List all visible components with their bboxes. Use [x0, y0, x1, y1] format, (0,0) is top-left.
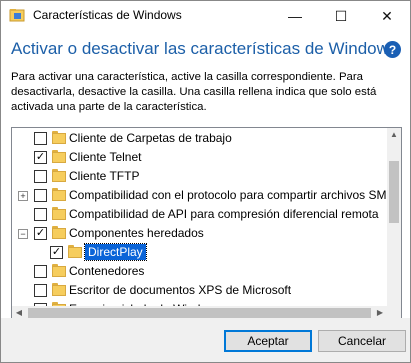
windows-features-icon — [9, 9, 25, 22]
folder-icon — [52, 226, 66, 239]
feature-row[interactable]: ✓ DirectPlay — [12, 243, 387, 262]
folder-icon — [52, 188, 66, 201]
feature-row[interactable]: Cliente de Carpetas de trabajo — [12, 129, 387, 148]
expand-icon[interactable]: + — [18, 191, 28, 201]
cancel-button[interactable]: Cancelar — [318, 330, 406, 352]
feature-label: Compatibilidad con el protocolo para com… — [69, 188, 401, 202]
folder-icon — [52, 169, 66, 182]
feature-label: Cliente Telnet — [69, 150, 142, 164]
window-title: Características de Windows — [33, 8, 182, 22]
feature-row[interactable]: Contenedores — [12, 262, 387, 281]
folder-icon — [52, 283, 66, 296]
feature-label: Contenedores — [69, 264, 145, 278]
feature-row[interactable]: Cliente TFTP — [12, 167, 387, 186]
feature-label: Componentes heredados — [69, 226, 204, 240]
folder-icon — [52, 150, 66, 163]
feature-label: Cliente de Carpetas de trabajo — [69, 131, 232, 145]
page-title: Activar o desactivar las características… — [11, 39, 398, 58]
close-button[interactable]: ✕ — [364, 1, 410, 31]
feature-checkbox[interactable] — [34, 208, 47, 221]
horizontal-scroll-thumb[interactable] — [28, 308, 371, 318]
vertical-scroll-thumb[interactable] — [389, 161, 399, 223]
maximize-button[interactable]: ☐ — [318, 1, 364, 31]
feature-checkbox[interactable]: ✓ — [34, 227, 47, 240]
dialog-body: Activar o desactivar las características… — [1, 31, 410, 322]
feature-label: DirectPlay — [84, 243, 147, 261]
feature-checkbox[interactable] — [34, 170, 47, 183]
features-window: Características de Windows — ☐ ✕ Activar… — [0, 0, 411, 363]
features-list: Cliente de Carpetas de trabajo ✓ Cliente T… — [12, 129, 401, 319]
scroll-up-icon[interactable]: ▲ — [387, 128, 401, 142]
title-bar[interactable]: Características de Windows — ☐ ✕ — [1, 1, 410, 31]
folder-icon — [52, 131, 66, 144]
feature-row[interactable]: + Compatibilidad con el protocolo para co… — [12, 186, 401, 205]
feature-row[interactable]: ✓ Cliente Telnet — [12, 148, 387, 167]
feature-row[interactable]: − ✓ Componentes heredados — [12, 224, 387, 243]
feature-checkbox[interactable] — [34, 132, 47, 145]
minimize-button[interactable]: — — [272, 1, 318, 31]
feature-checkbox[interactable]: ✓ — [50, 246, 63, 259]
features-tree[interactable]: Cliente de Carpetas de trabajo ✓ Cliente T… — [11, 127, 402, 322]
folder-icon — [68, 245, 82, 258]
description-text: Para activar una característica, active … — [11, 71, 377, 113]
feature-label: Escritor de documentos XPS de Microsoft — [69, 283, 292, 297]
feature-checkbox[interactable] — [34, 284, 47, 297]
feature-label: Cliente TFTP — [69, 169, 140, 183]
accept-button[interactable]: Aceptar — [224, 330, 312, 352]
folder-icon — [52, 264, 66, 277]
collapse-icon[interactable]: − — [18, 229, 28, 239]
help-icon[interactable]: ? — [384, 41, 401, 58]
feature-checkbox[interactable] — [34, 189, 47, 202]
dialog-footer: Aceptar Cancelar — [1, 318, 410, 362]
feature-row[interactable]: Compatibilidad de API para compresión di… — [12, 205, 387, 224]
feature-row[interactable]: Escritor de documentos XPS de Microsoft — [12, 281, 387, 300]
folder-icon — [52, 207, 66, 220]
feature-checkbox[interactable]: ✓ — [34, 151, 47, 164]
vertical-scrollbar[interactable]: ▲ ▼ — [387, 128, 401, 321]
feature-label: Compatibilidad de API para compresión di… — [69, 207, 379, 221]
feature-checkbox[interactable] — [34, 265, 47, 278]
